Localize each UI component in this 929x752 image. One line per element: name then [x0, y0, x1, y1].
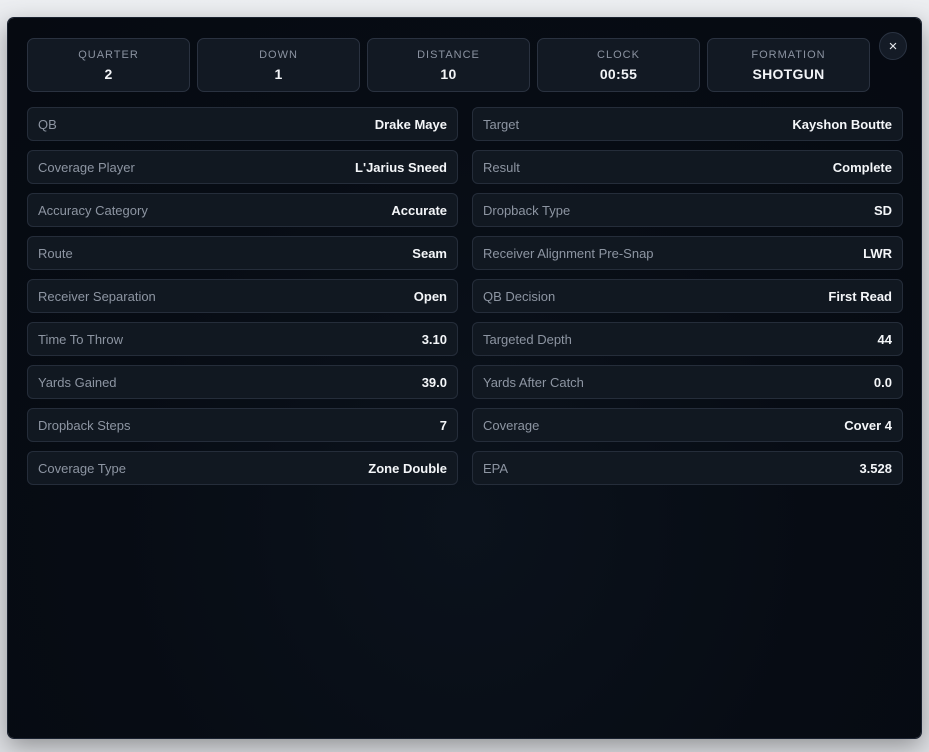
detail-row-result: Result Complete	[472, 150, 903, 184]
detail-value: Cover 4	[844, 417, 892, 433]
detail-label: Targeted Depth	[483, 331, 572, 347]
detail-value: 44	[877, 331, 892, 347]
detail-value: 0.0	[873, 374, 892, 390]
detail-row-yards-gained: Yards Gained 39.0	[27, 365, 458, 399]
detail-label: Route	[38, 245, 73, 261]
detail-label: Coverage Type	[38, 460, 126, 476]
detail-row-coverage: Coverage Cover 4	[472, 408, 903, 442]
detail-label: QB Decision	[483, 288, 556, 304]
detail-label: Accuracy Category	[38, 202, 148, 218]
stat-down: DOWN 1	[197, 38, 360, 92]
detail-row-coverage-player: Coverage Player L'Jarius Sneed	[27, 150, 458, 184]
detail-value: Accurate	[391, 202, 447, 218]
detail-value: Zone Double	[368, 460, 447, 476]
detail-label: Yards After Catch	[483, 374, 584, 390]
detail-label: Time To Throw	[38, 331, 124, 347]
detail-row-targeted-depth: Targeted Depth 44	[472, 322, 903, 356]
stat-label: FORMATION	[751, 48, 826, 61]
detail-row-dropback-steps: Dropback Steps 7	[27, 408, 458, 442]
situation-stats: QUARTER 2 DOWN 1 DISTANCE 10 CLOCK 00:55…	[27, 38, 870, 92]
detail-row-coverage-type: Coverage Type Zone Double	[27, 451, 458, 485]
detail-row-qb: QB Drake Maye	[27, 107, 458, 141]
detail-value: 3.10	[421, 331, 447, 347]
stat-clock: CLOCK 00:55	[537, 38, 700, 92]
stat-label: DISTANCE	[417, 48, 480, 61]
stat-formation: FORMATION SHOTGUN	[707, 38, 870, 92]
stat-label: QUARTER	[78, 48, 139, 61]
stat-distance: DISTANCE 10	[367, 38, 530, 92]
close-icon: ×	[888, 37, 898, 55]
detail-label: QB	[38, 116, 57, 132]
detail-label: EPA	[483, 460, 509, 476]
detail-value: Kayshon Boutte	[792, 116, 892, 132]
detail-row-target: Target Kayshon Boutte	[472, 107, 903, 141]
stat-value: 1	[274, 65, 283, 82]
detail-row-time-to-throw: Time To Throw 3.10	[27, 322, 458, 356]
detail-row-epa: EPA 3.528	[472, 451, 903, 485]
stat-value: 00:55	[599, 65, 638, 82]
detail-value: Seam	[412, 245, 447, 261]
detail-value: Complete	[832, 159, 892, 175]
stat-label: DOWN	[259, 48, 298, 61]
stat-quarter: QUARTER 2	[27, 38, 190, 92]
detail-row-route: Route Seam	[27, 236, 458, 270]
detail-value: Drake Maye	[374, 116, 447, 132]
detail-row-receiver-separation: Receiver Separation Open	[27, 279, 458, 313]
detail-value: L'Jarius Sneed	[355, 159, 447, 175]
detail-label: Dropback Type	[483, 202, 571, 218]
detail-row-receiver-alignment: Receiver Alignment Pre-Snap LWR	[472, 236, 903, 270]
detail-label: Receiver Alignment Pre-Snap	[483, 245, 654, 261]
detail-label: Coverage Player	[38, 159, 135, 175]
detail-row-qb-decision: QB Decision First Read	[472, 279, 903, 313]
detail-value: 7	[439, 417, 447, 433]
stat-label: CLOCK	[597, 48, 640, 61]
detail-value: 3.528	[859, 460, 892, 476]
play-details-grid: QB Drake Maye Target Kayshon Boutte Cove…	[27, 107, 903, 485]
detail-value: First Read	[828, 288, 892, 304]
detail-row-yards-after-catch: Yards After Catch 0.0	[472, 365, 903, 399]
stat-value: SHOTGUN	[752, 65, 825, 82]
detail-row-accuracy-category: Accuracy Category Accurate	[27, 193, 458, 227]
stat-value: 10	[440, 65, 457, 82]
detail-label: Dropback Steps	[38, 417, 131, 433]
detail-label: Target	[483, 116, 520, 132]
play-detail-modal: × QUARTER 2 DOWN 1 DISTANCE 10 CLOCK 00:…	[8, 18, 921, 738]
detail-value: SD	[873, 202, 892, 218]
stat-value: 2	[104, 65, 113, 82]
detail-value: Open	[413, 288, 447, 304]
detail-label: Coverage	[483, 417, 540, 433]
detail-label: Result	[483, 159, 520, 175]
detail-label: Yards Gained	[38, 374, 117, 390]
detail-row-dropback-type: Dropback Type SD	[472, 193, 903, 227]
close-button[interactable]: ×	[879, 32, 907, 60]
detail-label: Receiver Separation	[38, 288, 156, 304]
detail-value: LWR	[863, 245, 892, 261]
detail-value: 39.0	[421, 374, 447, 390]
